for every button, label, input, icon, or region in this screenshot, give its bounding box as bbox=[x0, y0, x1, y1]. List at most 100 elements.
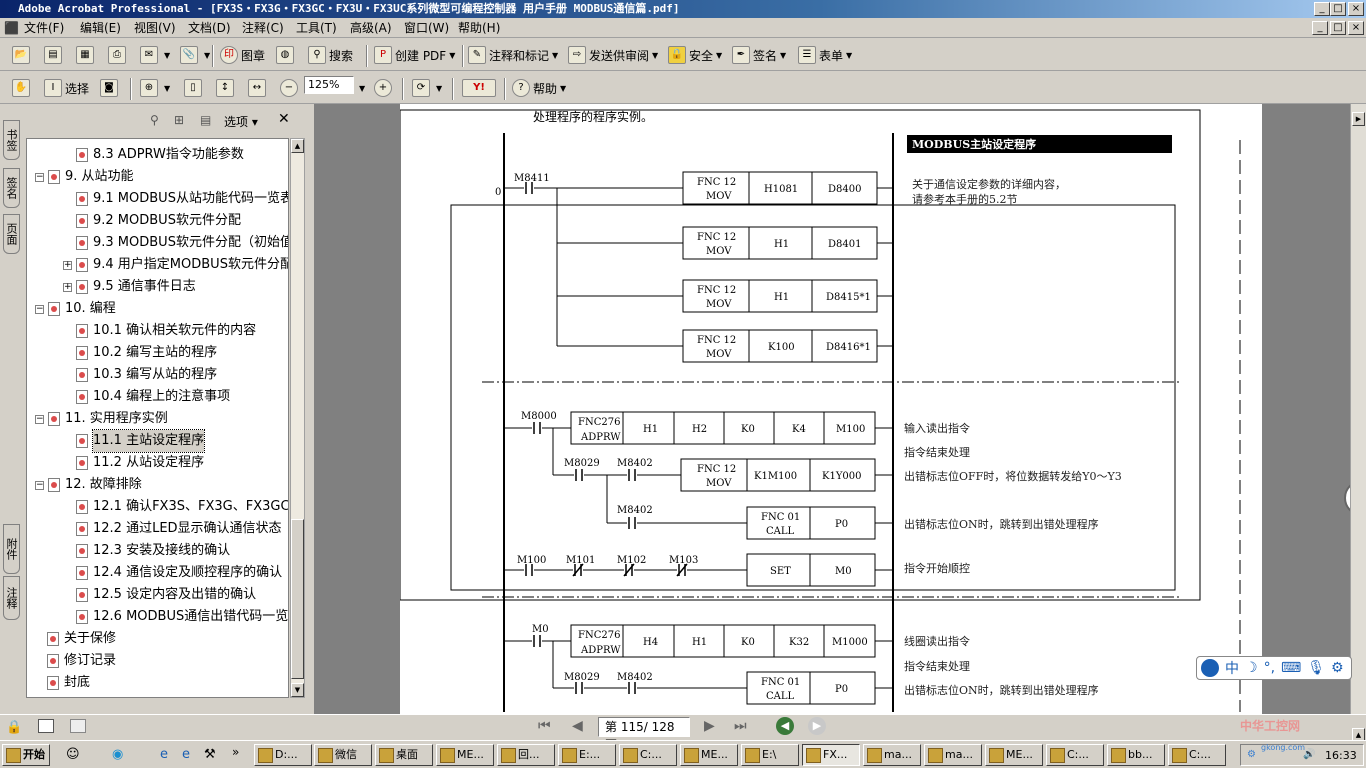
bookmark-item[interactable]: 10.4 编程上的注意事项 bbox=[63, 386, 230, 408]
bookmark-item[interactable]: 11.1 主站设定程序 bbox=[63, 429, 206, 453]
moon-icon[interactable]: ☽ bbox=[1245, 660, 1258, 676]
ie-icon[interactable]: e bbox=[160, 747, 168, 762]
doc-close-button[interactable]: × bbox=[1348, 21, 1364, 35]
rotate-icon[interactable]: ⟳ bbox=[412, 79, 430, 97]
search-button[interactable]: ⚲ 搜索 bbox=[308, 43, 353, 67]
bookmark-item[interactable]: +9.5 通信事件日志 bbox=[63, 276, 196, 298]
browser-icon[interactable]: ◉ bbox=[112, 747, 123, 762]
bookmark-item[interactable]: 10.3 编写从站的程序 bbox=[63, 364, 217, 386]
bookmark-item[interactable]: − 9. 从站功能 bbox=[35, 166, 134, 188]
menu-document[interactable]: 文档(D) bbox=[188, 20, 231, 36]
zoom-input[interactable]: 125% bbox=[304, 76, 354, 94]
bookmark-item[interactable]: +9.4 用户指定MODBUS软元件分配 bbox=[63, 254, 288, 276]
go-back-icon[interactable]: ◀ bbox=[776, 717, 794, 735]
quicklaunch-icon[interactable]: ☺ bbox=[66, 747, 80, 762]
open-icon[interactable]: 📂 bbox=[12, 46, 30, 64]
hand-tool-icon[interactable]: ✋ bbox=[12, 79, 30, 97]
bookmark-item[interactable]: 12.2 通过LED显示确认通信状态 bbox=[63, 518, 282, 540]
bookmark-item[interactable]: 10.1 确认相关软元件的内容 bbox=[63, 320, 256, 342]
menu-advanced[interactable]: 高级(A) bbox=[350, 20, 392, 36]
scroll-down-icon[interactable]: ▼ bbox=[291, 683, 304, 697]
stamp-button[interactable]: 印图章 bbox=[220, 43, 265, 67]
task-button[interactable]: C:... bbox=[619, 744, 677, 766]
more-icon[interactable]: » bbox=[232, 745, 239, 759]
attach-icon[interactable]: 📎 bbox=[180, 46, 198, 64]
close-button[interactable]: × bbox=[1348, 2, 1364, 16]
tab-bookmarks[interactable]: 书签 bbox=[3, 120, 20, 160]
bookmark-item[interactable]: 10.2 编写主站的程序 bbox=[63, 342, 217, 364]
bookmark-item[interactable]: 9.3 MODBUS软元件分配（初始值 bbox=[63, 232, 288, 254]
start-button[interactable]: 开始 bbox=[2, 744, 50, 766]
task-button[interactable]: 回... bbox=[497, 744, 555, 766]
prev-page-icon[interactable]: ◀ bbox=[572, 718, 583, 734]
collapse-icon[interactable]: − bbox=[35, 304, 44, 314]
mic-icon[interactable]: 🎙 bbox=[1307, 660, 1325, 676]
collapse-icon[interactable]: − bbox=[35, 480, 44, 490]
zoom-dropdown-icon[interactable]: ▼ bbox=[359, 84, 365, 93]
page-number-field[interactable]: 第 115/ 128 页 bbox=[598, 717, 690, 752]
menu-file[interactable]: 文件(F) bbox=[24, 20, 64, 36]
actual-size-icon[interactable]: ▯ bbox=[184, 79, 202, 97]
tab-comments[interactable]: 注释 bbox=[3, 576, 20, 620]
volume-icon[interactable]: 🔊 bbox=[1303, 749, 1315, 760]
ime-toolbar[interactable]: 中 ☽ °, ⌨ 🎙 ⚙ bbox=[1196, 656, 1352, 680]
send-review-button[interactable]: ⇨ 发送供审阅 ▼ bbox=[568, 43, 658, 67]
yahoo-icon[interactable]: Y! bbox=[462, 79, 496, 97]
bookmark-item[interactable]: 12.5 设定内容及出错的确认 bbox=[63, 584, 256, 606]
globe-icon[interactable]: ◍ bbox=[276, 46, 294, 64]
bookmark-item[interactable]: 关于保修 bbox=[47, 628, 116, 650]
doc-scroll-right-icon[interactable]: ▶ bbox=[1352, 112, 1365, 126]
bookmark-item[interactable]: 8.3 ADPRW指令功能参数 bbox=[63, 144, 244, 166]
bookmark-item[interactable]: 9.1 MODBUS从站功能代码一览表 bbox=[63, 188, 288, 210]
menu-comments[interactable]: 注释(C) bbox=[242, 20, 284, 36]
print-icon[interactable]: ⎙ bbox=[108, 46, 126, 64]
menu-view[interactable]: 视图(V) bbox=[134, 20, 176, 36]
task-button[interactable]: E:\ bbox=[741, 744, 799, 766]
bookmark-item[interactable]: 12.3 安装及接线的确认 bbox=[63, 540, 230, 562]
gear-icon[interactable]: ⚙ bbox=[1331, 660, 1344, 676]
continuous-layout-icon[interactable] bbox=[70, 719, 86, 733]
doc-minimize-button[interactable]: _ bbox=[1312, 21, 1328, 35]
maximize-button[interactable]: □ bbox=[1330, 2, 1346, 16]
task-button[interactable]: bb... bbox=[1107, 744, 1165, 766]
comment-button[interactable]: ✎ 注释和标记 ▼ bbox=[468, 43, 558, 67]
bookmark-scrollbar[interactable]: ▲ ▼ bbox=[290, 138, 305, 698]
bookmark-item[interactable]: 修订记录 bbox=[47, 650, 116, 672]
punct-icon[interactable]: °, bbox=[1264, 660, 1275, 676]
task-button[interactable]: 微信 bbox=[314, 744, 372, 766]
close-pane-icon[interactable]: ✕ bbox=[278, 111, 290, 127]
menu-help[interactable]: 帮助(H) bbox=[458, 20, 500, 36]
bookmark-item[interactable]: 封底 bbox=[47, 672, 90, 694]
sign-button[interactable]: ✒ 签名 ▼ bbox=[732, 43, 786, 67]
bookmark-expand-icon[interactable]: ⚲ bbox=[150, 113, 159, 127]
snapshot-icon[interactable]: ◙ bbox=[100, 79, 118, 97]
create-pdf-button[interactable]: P 创建 PDF ▼ bbox=[374, 43, 455, 67]
first-page-icon[interactable]: ⏮ bbox=[538, 718, 551, 734]
task-button-active[interactable]: FX... bbox=[802, 744, 860, 766]
email-icon[interactable]: ✉ bbox=[140, 46, 158, 64]
page-layout-icon[interactable] bbox=[38, 719, 54, 733]
bookmark-item[interactable]: 12.4 通信设定及顺控程序的确认 bbox=[63, 562, 282, 584]
menu-tools[interactable]: 工具(T) bbox=[296, 20, 337, 36]
bookmark-delete-icon[interactable]: ▤ bbox=[200, 113, 211, 127]
zoom-tool-icon[interactable]: ⊕ bbox=[140, 79, 158, 97]
secure-button[interactable]: 🔒 安全 ▼ bbox=[668, 43, 722, 67]
fit-page-icon[interactable]: ↕ bbox=[216, 79, 234, 97]
document-scrollbar[interactable]: ▶ ▲ bbox=[1350, 104, 1366, 742]
ie2-icon[interactable]: e bbox=[182, 747, 190, 762]
scroll-up-icon[interactable]: ▲ bbox=[291, 139, 304, 153]
bookmark-item[interactable]: − 12. 故障排除 bbox=[35, 474, 142, 496]
task-button[interactable]: E:... bbox=[558, 744, 616, 766]
clock[interactable]: 16:33 bbox=[1325, 749, 1357, 762]
bookmark-item[interactable]: 12.1 确认FX3S、FX3G、FX3GC、 bbox=[63, 496, 288, 518]
keyboard-icon[interactable]: ⌨ bbox=[1281, 660, 1301, 676]
task-button[interactable]: C:... bbox=[1168, 744, 1226, 766]
tray-icon[interactable]: ⚙ bbox=[1247, 749, 1256, 760]
task-button[interactable]: 桌面 bbox=[375, 744, 433, 766]
zoom-in-icon[interactable]: + bbox=[374, 79, 392, 97]
bookmark-item[interactable]: 12.6 MODBUS通信出错代码一览表 bbox=[63, 606, 288, 628]
bookmark-item[interactable]: 11.2 从站设定程序 bbox=[63, 452, 204, 474]
task-button[interactable]: C:... bbox=[1046, 744, 1104, 766]
go-forward-icon[interactable]: ▶ bbox=[808, 717, 826, 735]
ime-mode[interactable]: 中 bbox=[1225, 658, 1239, 678]
